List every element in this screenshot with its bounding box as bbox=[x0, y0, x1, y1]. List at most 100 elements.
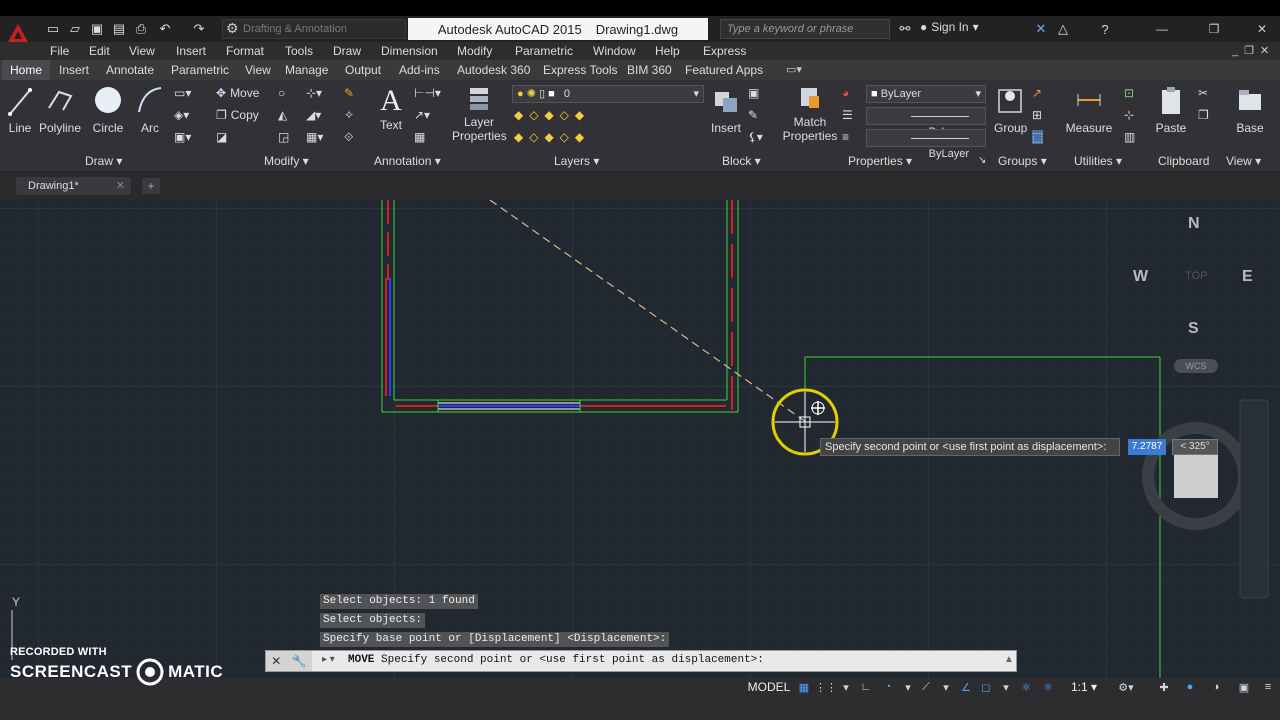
close-button[interactable]: ✕ bbox=[1250, 20, 1274, 38]
group-selection-button[interactable]: ⬚ bbox=[1032, 130, 1044, 144]
panel-layers-label[interactable]: Layers ▾ bbox=[554, 152, 599, 170]
help-icon[interactable]: ? bbox=[1096, 20, 1114, 38]
tab-view[interactable]: View bbox=[245, 60, 271, 80]
object-snap-tracking-icon[interactable]: ∠ bbox=[958, 679, 974, 695]
tab-bim-360[interactable]: BIM 360 bbox=[627, 60, 672, 80]
menu-draw[interactable]: Draw bbox=[333, 42, 361, 60]
linetype-icon[interactable]: ☰ bbox=[842, 108, 853, 122]
panel-properties-label[interactable]: Properties ▾ bbox=[848, 152, 912, 170]
dimension-button[interactable]: ⊢⊣▾ bbox=[414, 86, 441, 100]
circle-button[interactable]: Circle bbox=[90, 84, 126, 135]
menu-dimension[interactable]: Dimension bbox=[381, 42, 438, 60]
menu-express[interactable]: Express bbox=[703, 42, 746, 60]
scale-button[interactable]: ◲ bbox=[278, 130, 289, 144]
polar-tracking-icon[interactable]: ◔ bbox=[880, 679, 896, 695]
edit-attributes-button[interactable]: ⚸▾ bbox=[748, 130, 763, 144]
viewcube-south[interactable]: S bbox=[1188, 320, 1199, 338]
lineweight-icon[interactable]: ≡ bbox=[842, 130, 849, 144]
tab-manage[interactable]: Manage bbox=[285, 60, 328, 80]
tab-add-ins[interactable]: Add-ins bbox=[399, 60, 440, 80]
recent-commands-icon[interactable]: ▸ ▾ bbox=[322, 654, 335, 665]
viewcube-north[interactable]: N bbox=[1188, 215, 1200, 233]
move-button[interactable]: ✥ Move bbox=[216, 86, 259, 100]
autoscale-icon[interactable]: ⚛ bbox=[1040, 679, 1056, 695]
menu-modify[interactable]: Modify bbox=[457, 42, 492, 60]
angle-input[interactable]: < 325° bbox=[1172, 439, 1218, 455]
menu-insert[interactable]: Insert bbox=[176, 42, 206, 60]
panel-groups-label[interactable]: Groups ▾ bbox=[998, 152, 1047, 170]
id-point-button[interactable]: ⊹ bbox=[1124, 108, 1134, 122]
panel-clipboard-label[interactable]: Clipboard bbox=[1158, 152, 1209, 170]
viewcube-west[interactable]: W bbox=[1133, 268, 1148, 286]
exchange-icon[interactable]: ✕ bbox=[1032, 20, 1050, 38]
wcs-menu[interactable]: WCS bbox=[1174, 359, 1218, 373]
insert-block-button[interactable]: Insert bbox=[708, 84, 744, 135]
annotation-scale-button[interactable]: 1:1 ▾ bbox=[1064, 679, 1104, 695]
copy-button[interactable]: ❐ Copy bbox=[216, 108, 259, 122]
tab-express-tools[interactable]: Express Tools bbox=[543, 60, 617, 80]
hardware-acceleration-icon[interactable]: ◑ bbox=[1208, 679, 1224, 695]
plot-icon[interactable]: ⎙ bbox=[132, 20, 150, 38]
tab-home[interactable]: Home bbox=[2, 60, 51, 80]
viewcube-east[interactable]: E bbox=[1242, 268, 1253, 286]
panel-view-label[interactable]: View ▾ bbox=[1226, 152, 1261, 170]
ortho-icon[interactable]: ∟ bbox=[858, 679, 874, 695]
isolate-objects-icon[interactable]: ● bbox=[1182, 679, 1198, 695]
osnap-menu-icon[interactable]: ▾ bbox=[998, 679, 1014, 695]
snap-icon[interactable]: ⋮⋮ bbox=[815, 679, 837, 695]
annotation-monitor-icon[interactable]: ✚ bbox=[1156, 679, 1172, 695]
redo-icon[interactable]: ↷ bbox=[190, 20, 208, 38]
tab-autodesk-360[interactable]: Autodesk 360 bbox=[457, 60, 530, 80]
tab-output[interactable]: Output bbox=[345, 60, 381, 80]
menu-parametric[interactable]: Parametric bbox=[515, 42, 573, 60]
tab-insert[interactable]: Insert bbox=[59, 60, 89, 80]
hatch-tool[interactable]: ◈▾ bbox=[174, 108, 189, 122]
workspace-switching-icon[interactable]: ⚙▾ bbox=[1118, 679, 1134, 695]
match-properties-button[interactable]: Match Properties bbox=[782, 84, 838, 143]
array-button[interactable]: ▦▾ bbox=[306, 130, 323, 144]
restore-button[interactable]: ❐ bbox=[1202, 20, 1226, 38]
panel-modify-label[interactable]: Modify ▾ bbox=[264, 152, 309, 170]
table-button[interactable]: ▦ bbox=[414, 130, 425, 144]
menu-format[interactable]: Format bbox=[226, 42, 264, 60]
erase-button[interactable]: ✎ bbox=[344, 86, 354, 100]
undo-icon[interactable]: ↶ bbox=[156, 20, 174, 38]
search-input[interactable]: Type a keyword or phrase bbox=[720, 19, 890, 39]
model-space-button[interactable]: MODEL bbox=[744, 678, 794, 696]
polar-menu-icon[interactable]: ▾ bbox=[900, 679, 916, 695]
group-button[interactable]: Group bbox=[994, 84, 1027, 135]
menu-edit[interactable]: Edit bbox=[89, 42, 110, 60]
panel-utilities-label[interactable]: Utilities ▾ bbox=[1074, 152, 1122, 170]
quick-select-button[interactable]: ⊡ bbox=[1124, 86, 1134, 100]
rotate-button[interactable]: ○ bbox=[278, 86, 285, 100]
panel-block-label[interactable]: Block ▾ bbox=[722, 152, 761, 170]
new-tab-button[interactable]: + bbox=[142, 178, 160, 194]
color-wheel-icon[interactable]: ◕ bbox=[842, 86, 849, 100]
sign-in-button[interactable]: ● Sign In ▾ bbox=[920, 20, 979, 34]
tab-annotate[interactable]: Annotate bbox=[106, 60, 154, 80]
stretch-button[interactable]: ◪ bbox=[216, 130, 227, 144]
menu-tools[interactable]: Tools bbox=[285, 42, 313, 60]
command-prompt[interactable]: MOVE Specify second point or <use first … bbox=[348, 654, 764, 666]
new-icon[interactable]: ▭ bbox=[44, 20, 62, 38]
close-command-icon[interactable]: ✕ bbox=[271, 654, 281, 668]
polyline-button[interactable]: Polyline bbox=[38, 84, 82, 135]
annotation-visibility-icon[interactable]: ⚛ bbox=[1018, 679, 1034, 695]
layer-tools-row-2[interactable]: ◆◇◆◇◆ bbox=[514, 130, 590, 144]
line-button[interactable]: Line bbox=[6, 84, 34, 135]
viewcube-top[interactable]: TOP bbox=[1185, 270, 1207, 282]
command-scroll-icon[interactable]: ▲ bbox=[1004, 654, 1014, 665]
arc-button[interactable]: Arc bbox=[134, 84, 166, 135]
customize-wrench-icon[interactable]: 🔧 bbox=[292, 654, 307, 668]
navigation-bar[interactable] bbox=[1239, 399, 1269, 599]
tab-parametric[interactable]: Parametric bbox=[171, 60, 229, 80]
properties-dialog-launcher-icon[interactable]: ↘ bbox=[978, 152, 986, 170]
save-icon[interactable]: ▣ bbox=[88, 20, 106, 38]
object-snap-icon[interactable]: ◻ bbox=[978, 679, 994, 695]
minimize-button[interactable]: — bbox=[1150, 20, 1174, 38]
close-tab-icon[interactable]: ✕ bbox=[116, 177, 125, 195]
copy-clip-button[interactable]: ❐ bbox=[1198, 108, 1209, 122]
layer-dropdown[interactable]: ● ✺ ▯ ■ 0 ▾ bbox=[512, 85, 704, 103]
menu-view[interactable]: View bbox=[129, 42, 155, 60]
rectangle-tool[interactable]: ▭▾ bbox=[174, 86, 191, 100]
